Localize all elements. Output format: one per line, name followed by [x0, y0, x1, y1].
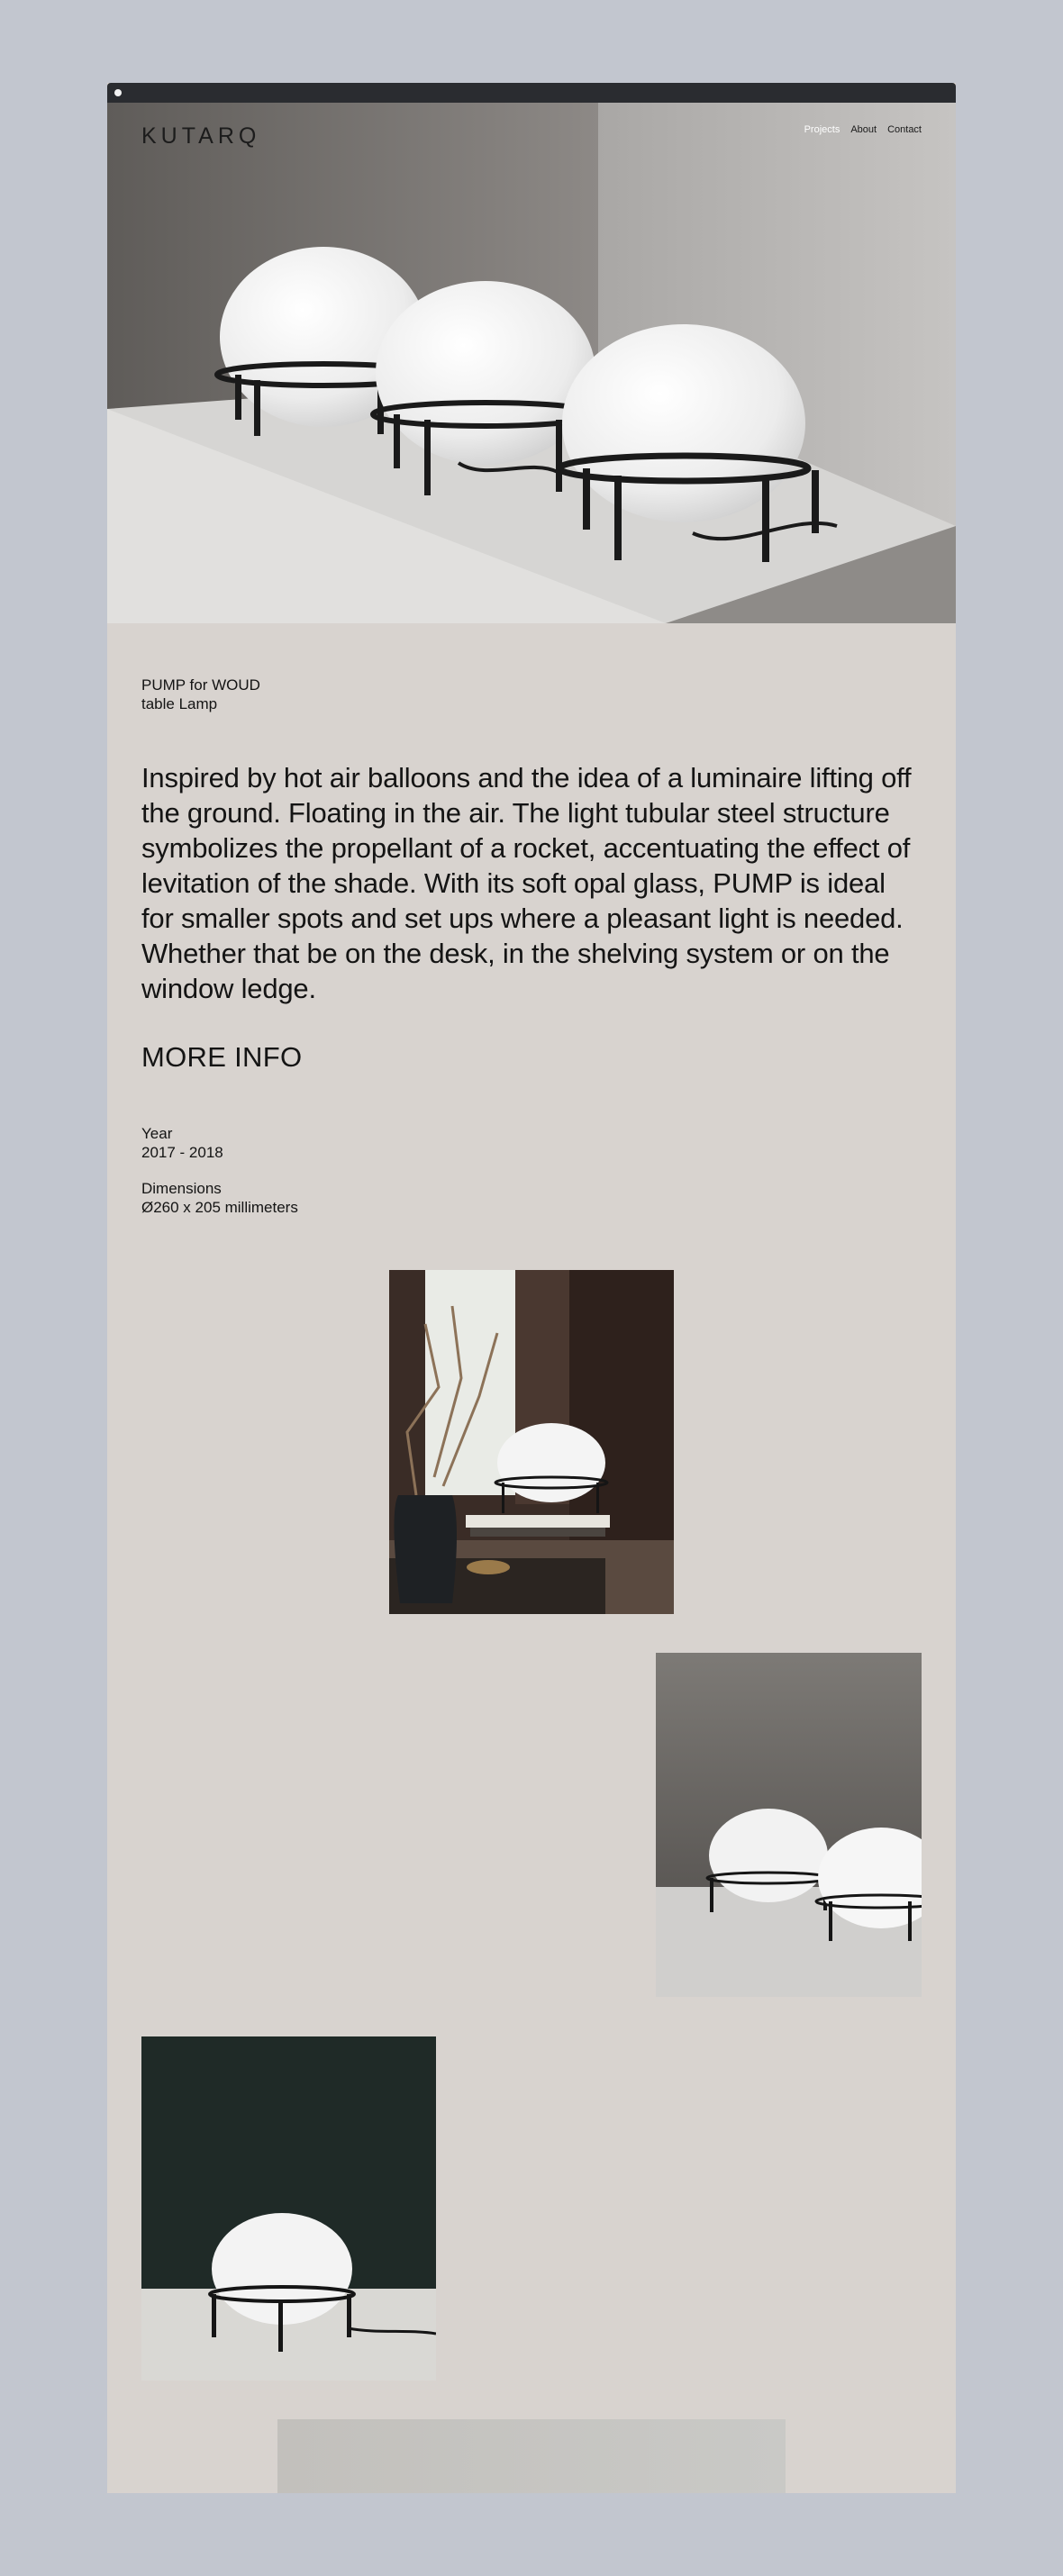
spec-value: Ø260 x 205 millimeters — [141, 1199, 298, 1216]
spec-label: Year — [141, 1125, 173, 1142]
project-title-line1: PUMP for WOUD — [141, 676, 260, 694]
gallery-photo-pair[interactable] — [656, 1653, 922, 1997]
project-title: PUMP for WOUD table Lamp — [141, 676, 260, 713]
gallery-photo-partial[interactable] — [277, 2419, 786, 2493]
spec-dimensions: Dimensions Ø260 x 205 millimeters — [141, 1179, 298, 1217]
spec-year: Year 2017 - 2018 — [141, 1124, 223, 1162]
project-title-line2: table Lamp — [141, 695, 218, 712]
project-description: Inspired by hot air balloons and the ide… — [141, 762, 912, 1004]
nav-contact[interactable]: Contact — [887, 124, 922, 135]
spec-value: 2017 - 2018 — [141, 1144, 223, 1161]
gallery-photo-green[interactable] — [141, 2036, 436, 2381]
window-control-dot[interactable] — [114, 89, 122, 96]
main-nav: Projects About Contact — [804, 124, 922, 135]
nav-about[interactable]: About — [850, 124, 877, 135]
nav-projects[interactable]: Projects — [804, 124, 840, 135]
spec-label: Dimensions — [141, 1180, 222, 1197]
window-titlebar — [107, 83, 956, 103]
hero-image: KUTARQ Projects About Contact — [107, 103, 956, 623]
browser-window: KUTARQ Projects About Contact PUMP for W… — [107, 83, 956, 2493]
gallery-photo-shelf[interactable] — [389, 1270, 674, 1614]
more-info-link[interactable]: MORE INFO — [141, 1041, 302, 1074]
site-logo[interactable]: KUTARQ — [141, 123, 260, 150]
